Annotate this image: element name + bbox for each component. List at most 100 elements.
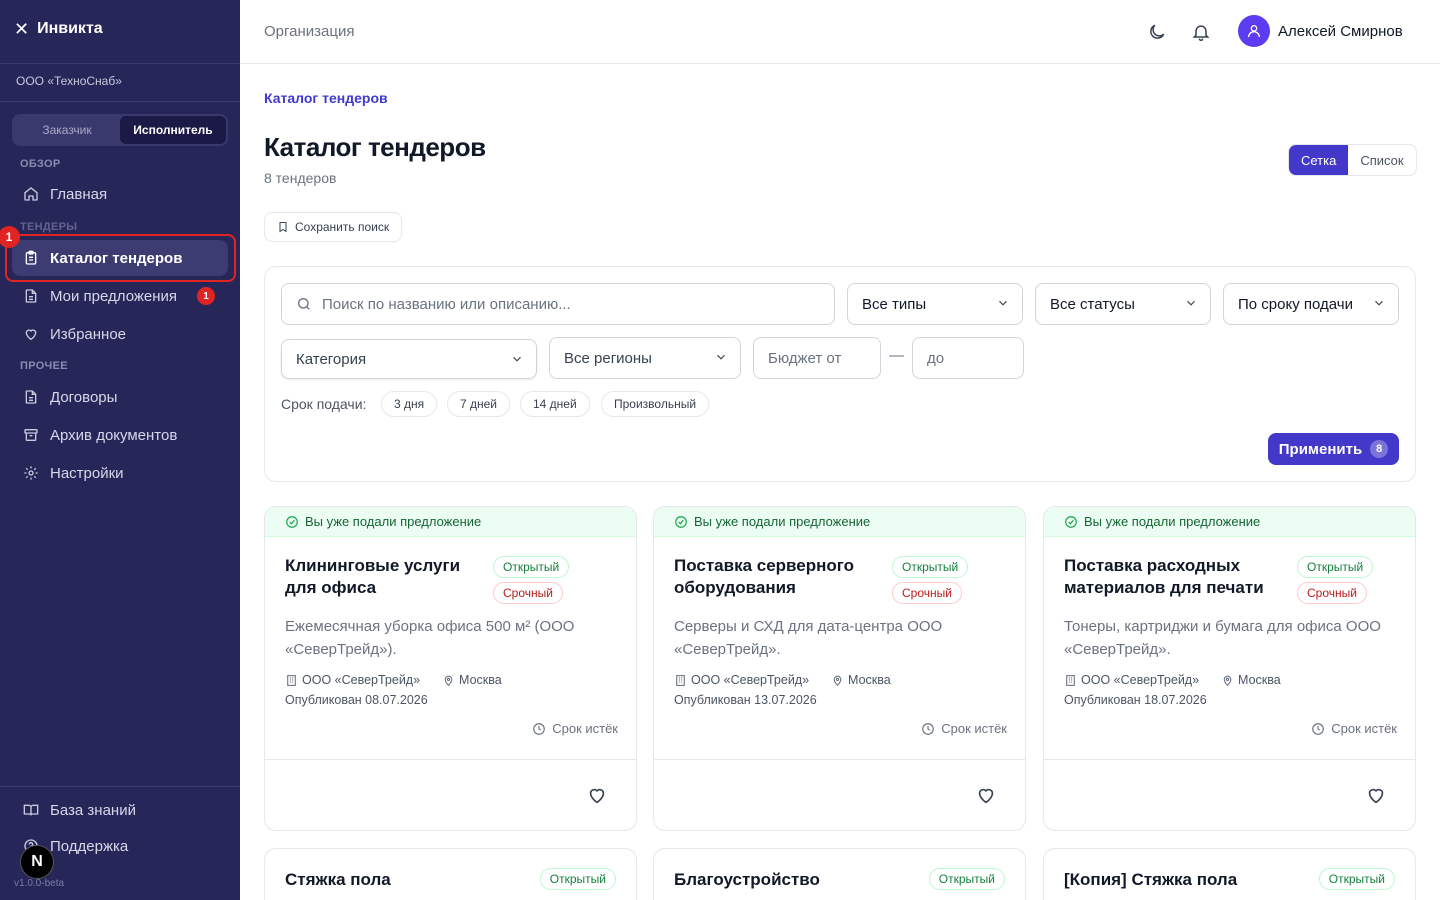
region-select[interactable]: Все регионы xyxy=(549,337,741,379)
tender-card[interactable]: Вы уже подали предложение Клининговые ус… xyxy=(264,506,637,831)
map-pin-icon xyxy=(444,675,453,686)
sidebar-item-label: Мои предложения xyxy=(50,287,178,305)
status-badge-urgent: Срочный xyxy=(493,582,563,604)
card-title[interactable]: [Копия] Стяжка пола xyxy=(1064,870,1237,890)
deadline-chip-custom[interactable]: Произвольный xyxy=(601,391,710,417)
building-icon xyxy=(676,674,685,686)
card-footer xyxy=(1044,759,1415,830)
tender-card[interactable]: Вы уже подали предложение Поставка расхо… xyxy=(1043,506,1416,831)
card-description: Серверы и СХД для дата-центра ООО «Север… xyxy=(674,618,943,658)
sidebar-item-archive[interactable]: Архив документов xyxy=(12,417,228,453)
save-search-button[interactable]: Сохранить поиск xyxy=(264,212,403,242)
type-select[interactable]: Все типы xyxy=(847,283,1023,325)
deadline-chip-3-days[interactable]: 3 дня xyxy=(381,391,438,417)
sort-select[interactable]: По сроку подачи xyxy=(1223,283,1399,325)
brand-name: Инвикта xyxy=(37,20,103,37)
view-list-button[interactable]: Список xyxy=(1348,145,1415,175)
card-body: Поставка серверного оборудования Открыты… xyxy=(654,537,1025,759)
bookmark-icon xyxy=(279,222,287,233)
filters-panel: Поиск по названию или описанию... Все ти… xyxy=(264,266,1416,482)
offers-count-badge: 1 xyxy=(197,287,216,305)
region-select-value: Все регионы xyxy=(564,349,652,367)
app-version: v1.0.0-beta xyxy=(14,878,65,889)
deadline-label: Срок подачи: xyxy=(281,396,367,412)
map-pin-icon xyxy=(833,675,842,686)
divider xyxy=(0,101,240,102)
organization-name: ООО «ТехноСнаб» xyxy=(16,74,122,88)
deadline-chip-14-days[interactable]: 14 дней xyxy=(520,391,590,417)
sidebar-item-home[interactable]: Главная xyxy=(12,176,228,212)
apply-button[interactable]: Применить 8 xyxy=(1268,433,1399,465)
tender-card[interactable]: [Копия] Стяжка пола Открытый xyxy=(1043,848,1416,900)
view-grid-button[interactable]: Сетка xyxy=(1289,145,1349,175)
sidebar-item-my-offers[interactable]: Мои предложения 1 xyxy=(12,278,228,314)
card-deadline: Срок истёк xyxy=(532,721,618,736)
sidebar-item-label: База знаний xyxy=(50,801,136,819)
section-overview: ОБЗОР xyxy=(20,158,61,170)
card-footer xyxy=(654,759,1025,830)
role-switch: Заказчик Исполнитель xyxy=(12,114,228,146)
status-badge-open: Открытый xyxy=(1297,556,1374,578)
sidebar-item-contracts[interactable]: Договоры xyxy=(12,379,228,415)
status-select-value: Все статусы xyxy=(1050,295,1135,313)
card-title[interactable]: Клининговые услуги для офиса xyxy=(285,555,490,599)
sidebar-item-favorites[interactable]: Избранное xyxy=(12,316,228,352)
tender-card[interactable]: Вы уже подали предложение Поставка серве… xyxy=(653,506,1026,831)
main-content: Каталог тендеров Каталог тендеров 8 тенд… xyxy=(240,64,1440,900)
card-title[interactable]: Поставка расходных материалов для печати xyxy=(1064,555,1269,599)
theme-toggle-moon-icon[interactable] xyxy=(1145,20,1169,44)
check-circle-icon xyxy=(1065,515,1077,528)
user-icon xyxy=(1248,25,1260,38)
favorite-heart-icon[interactable] xyxy=(975,784,997,811)
tender-card[interactable]: Благоустройство Открытый xyxy=(653,848,1026,900)
apply-label: Применить xyxy=(1278,440,1363,458)
status-select[interactable]: Все статусы xyxy=(1035,283,1211,325)
clock-icon xyxy=(533,722,546,735)
user-menu[interactable]: Алексей Смирнов xyxy=(1238,15,1403,47)
map-pin-icon xyxy=(1223,675,1232,686)
document-icon xyxy=(22,287,40,305)
category-select[interactable]: Категория xyxy=(281,339,537,379)
gear-icon xyxy=(22,464,40,482)
card-body: Поставка расходных материалов для печати… xyxy=(1044,537,1415,759)
role-executor-button[interactable]: Исполнитель xyxy=(120,116,226,144)
card-title[interactable]: Поставка серверного оборудования xyxy=(674,555,879,599)
card-title[interactable]: Благоустройство xyxy=(674,870,820,890)
divider xyxy=(0,63,240,64)
card-title[interactable]: Стяжка пола xyxy=(285,870,391,890)
notifications-bell-icon[interactable] xyxy=(1189,20,1213,44)
brand-logo[interactable]: ✕ Инвикта xyxy=(14,20,103,38)
favorite-heart-icon[interactable] xyxy=(1365,784,1387,811)
sidebar-item-settings[interactable]: Настройки xyxy=(12,455,228,491)
status-badge-open: Открытый xyxy=(539,868,616,890)
submitted-banner: Вы уже подали предложение xyxy=(265,507,636,537)
tender-card[interactable]: Стяжка пола Открытый xyxy=(264,848,637,900)
card-published: Опубликован 08.07.2026 xyxy=(285,693,428,707)
dev-tools-button[interactable]: N xyxy=(20,845,54,879)
card-deadline: Срок истёк xyxy=(1311,721,1397,736)
check-circle-icon xyxy=(286,515,298,528)
status-badge-open: Открытый xyxy=(493,556,570,578)
save-search-label: Сохранить поиск xyxy=(295,220,390,234)
budget-from-input[interactable]: Бюджет от xyxy=(753,337,881,379)
sidebar-item-label: Поддержка xyxy=(50,837,129,855)
tender-count: 8 тендеров xyxy=(264,170,337,186)
chevron-down-icon xyxy=(996,296,1010,314)
card-meta: ООО «СеверТрейд» Москва xyxy=(674,673,891,687)
favorite-heart-icon[interactable] xyxy=(586,784,608,811)
search-input[interactable]: Поиск по названию или описанию... xyxy=(281,283,835,325)
header-breadcrumb[interactable]: Организация xyxy=(264,23,354,40)
chevron-down-icon xyxy=(510,352,524,370)
role-customer-button[interactable]: Заказчик xyxy=(14,116,120,144)
clock-icon xyxy=(1312,722,1325,735)
sidebar-item-knowledge-base[interactable]: База знаний xyxy=(12,792,228,828)
sidebar-item-label: Главная xyxy=(50,185,108,203)
check-circle-icon xyxy=(675,515,687,528)
sidebar-item-label: Архив документов xyxy=(50,426,178,444)
search-icon xyxy=(296,296,312,312)
deadline-chip-7-days[interactable]: 7 дней xyxy=(447,391,511,417)
category-select-value: Категория xyxy=(296,350,367,368)
budget-to-input[interactable]: до xyxy=(912,337,1024,379)
submitted-text: Вы уже подали предложение xyxy=(694,514,871,529)
breadcrumb[interactable]: Каталог тендеров xyxy=(264,90,388,106)
